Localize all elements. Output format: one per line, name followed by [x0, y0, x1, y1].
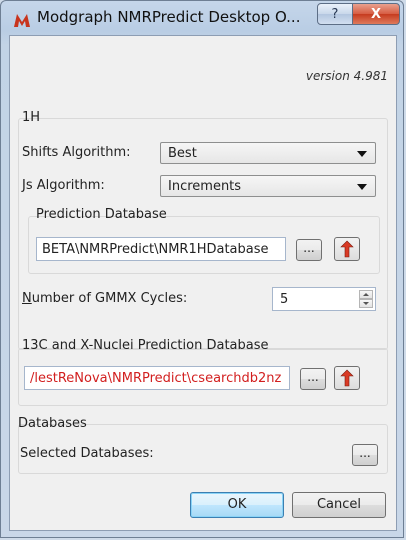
chevron-down-icon [357, 184, 367, 190]
shifts-algorithm-label: Shifts Algorithm: [22, 145, 131, 160]
shifts-algorithm-value: Best [168, 146, 197, 161]
arrow-down-icon [363, 302, 369, 305]
group-1h-label: 1H [22, 110, 41, 125]
ellipsis-icon: ... [303, 241, 315, 255]
reset-arrow-icon [340, 240, 354, 258]
shifts-algorithm-select[interactable]: Best [160, 142, 376, 164]
title-bar[interactable]: Modgraph NMRPredict Desktop O... ? X [1, 1, 403, 35]
databases-label: Databases [18, 416, 87, 431]
gmmx-cycles-value: 5 [280, 292, 289, 307]
prediction-database-path: BETA\NMRPredict\NMR1HDatabase [42, 242, 269, 257]
reset-arrow-icon [340, 369, 354, 387]
cancel-button[interactable]: Cancel [292, 492, 386, 518]
gmmx-cycles-spinbox[interactable]: 5 [272, 287, 376, 311]
js-algorithm-label: Js Algorithm: [22, 178, 105, 193]
dialog-body: version 4.981 1H Shifts Algorithm: Best … [9, 35, 397, 531]
version-label: version 4.981 [305, 69, 388, 83]
close-icon: X [370, 6, 382, 22]
gmmx-label-text: umber of GMMX Cycles: [31, 291, 188, 306]
selected-databases-browse-button[interactable]: ... [352, 444, 378, 466]
chevron-down-icon [357, 151, 367, 157]
dialog-window: Modgraph NMRPredict Desktop O... ? X ver… [0, 0, 404, 538]
c13-database-path-field[interactable]: /lestReNova\NMRPredict\csearchdb2nz [24, 366, 290, 390]
spin-down-button[interactable] [359, 299, 373, 308]
help-button[interactable]: ? [317, 3, 353, 25]
gmmx-cycles-label: Number of GMMX Cycles: [22, 291, 187, 306]
js-algorithm-value: Increments [168, 179, 242, 194]
prediction-database-reset-button[interactable] [334, 237, 360, 261]
c13-database-reset-button[interactable] [334, 366, 360, 390]
spin-up-button[interactable] [359, 290, 373, 299]
js-algorithm-select[interactable]: Increments [160, 175, 376, 197]
help-icon: ? [331, 6, 339, 22]
ok-button[interactable]: OK [190, 492, 284, 518]
arrow-up-icon [363, 293, 369, 296]
prediction-database-label: Prediction Database [36, 207, 167, 222]
prediction-database-browse-button[interactable]: ... [296, 239, 322, 261]
ellipsis-icon: ... [359, 446, 371, 460]
c13-database-browse-button[interactable]: ... [300, 368, 326, 390]
gmmx-mnemonic: N [22, 291, 32, 306]
c13-database-path: /lestReNova\NMRPredict\csearchdb2nz [30, 371, 282, 386]
close-button[interactable]: X [352, 3, 400, 25]
c13-database-label: 13C and X-Nuclei Prediction Database [22, 338, 269, 353]
selected-databases-label: Selected Databases: [20, 446, 154, 461]
window-title: Modgraph NMRPredict Desktop O... [37, 8, 301, 26]
modgraph-logo-icon [14, 14, 30, 27]
prediction-database-path-field[interactable]: BETA\NMRPredict\NMR1HDatabase [36, 237, 286, 261]
ellipsis-icon: ... [307, 370, 319, 384]
